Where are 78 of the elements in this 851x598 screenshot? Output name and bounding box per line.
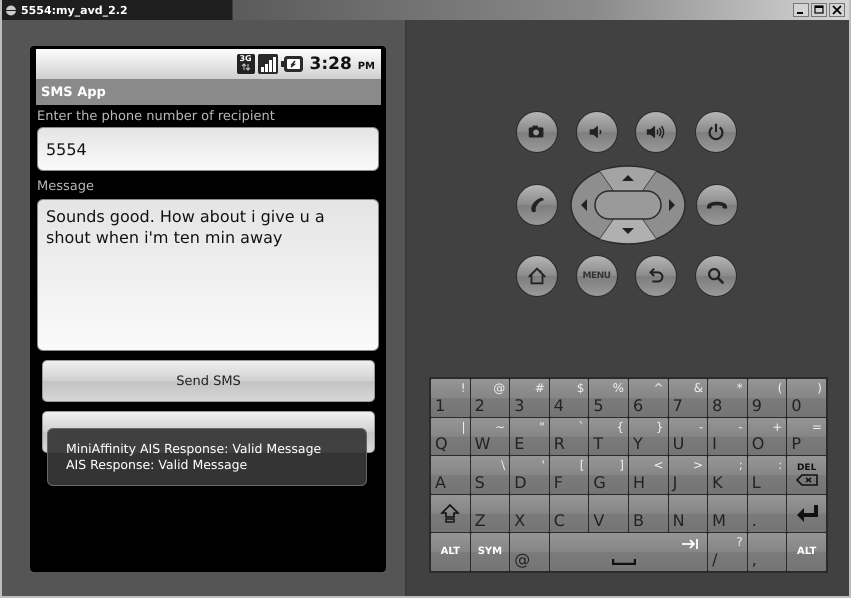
home-button[interactable] xyxy=(516,255,558,297)
toast-message: MiniAffinity AIS Response: Valid Message AIS Response: Valid Message xyxy=(47,428,367,486)
modifier-key[interactable]: ALT xyxy=(431,533,470,570)
clock: 3:28 PM xyxy=(310,54,375,74)
camera-button[interactable] xyxy=(516,111,558,153)
keyboard-key[interactable]: W ~ xyxy=(470,418,510,455)
keyboard-key[interactable]: O + xyxy=(748,418,786,455)
keyboard-key[interactable]: F [ xyxy=(550,456,588,494)
back-button[interactable] xyxy=(635,255,677,297)
field-label: Message xyxy=(36,178,95,196)
keyboard-key[interactable]: D ' xyxy=(510,456,549,494)
keyboard-key[interactable]: 7 & xyxy=(668,379,708,416)
power-button[interactable] xyxy=(694,111,736,153)
modifier-key[interactable]: SYM xyxy=(470,533,510,570)
speaker-loud-button[interactable] xyxy=(635,111,677,153)
keyboard-key[interactable]: R ` xyxy=(550,418,588,455)
keyboard-key[interactable]: K ; xyxy=(708,456,747,494)
keyboard-key[interactable]: . xyxy=(748,494,786,532)
keyboard-key[interactable]: X xyxy=(510,494,549,532)
keyboard-key[interactable]: 8 * xyxy=(708,379,747,416)
shift-key[interactable] xyxy=(431,494,470,532)
signal-icon xyxy=(258,54,278,74)
keyboard-key[interactable]: 4 $ xyxy=(550,379,588,416)
hang-up-icon xyxy=(706,200,728,210)
minimize-icon[interactable] xyxy=(793,3,809,17)
modifier-key[interactable]: ALT xyxy=(787,533,826,570)
search-button[interactable] xyxy=(694,255,736,297)
keyboard-key[interactable]: 6 ^ xyxy=(628,379,668,416)
keyboard-key[interactable]: @ xyxy=(510,533,549,570)
keyboard-key[interactable]: E " xyxy=(510,418,549,455)
space-icon xyxy=(612,558,636,564)
tab-arrow-icon xyxy=(681,539,700,549)
keyboard-key[interactable]: C xyxy=(550,494,588,532)
enter-key[interactable] xyxy=(787,494,826,532)
keyboard-key[interactable]: N xyxy=(668,494,708,532)
hang-up-button[interactable] xyxy=(696,184,738,226)
keyboard-key[interactable]: Z xyxy=(470,494,510,532)
speaker-button[interactable] xyxy=(576,111,618,153)
network-badge: 3G xyxy=(236,54,255,74)
field-label: Enter the phone number of recipient xyxy=(36,108,276,126)
shift-icon xyxy=(440,503,460,524)
keyboard-key[interactable]: P = xyxy=(787,418,826,455)
home-icon xyxy=(526,265,548,287)
send-button[interactable]: Send SMS xyxy=(42,360,375,402)
keyboard-key[interactable]: L : xyxy=(748,456,786,494)
keyboard-key[interactable]: V xyxy=(589,494,628,532)
keyboard-key[interactable]: Q | xyxy=(431,418,470,455)
battery-icon xyxy=(280,56,303,72)
keyboard-key[interactable]: 1 ! xyxy=(431,379,470,416)
keyboard-key[interactable]: 3 # xyxy=(510,379,549,416)
direction-pad[interactable] xyxy=(570,165,686,245)
window-title: 5554:my_avd_2.2 xyxy=(21,4,128,16)
keyboard-key[interactable]: S \ xyxy=(470,456,510,494)
keyboard-key[interactable]: I - xyxy=(708,418,747,455)
message-field[interactable]: Sounds good. How about i give u a shout when i'm ten min away xyxy=(37,199,379,351)
keyboard-key[interactable]: , xyxy=(748,533,786,570)
keyboard-key[interactable]: 5 % xyxy=(589,379,628,416)
backspace-icon xyxy=(796,474,818,486)
keyboard-key[interactable]: T { xyxy=(589,418,628,455)
keyboard-key[interactable]: 0 ) xyxy=(787,379,826,416)
keyboard-key[interactable]: 9 ( xyxy=(748,379,786,416)
keyboard-key[interactable]: B xyxy=(628,494,668,532)
close-icon[interactable] xyxy=(829,3,845,17)
phone-button[interactable] xyxy=(516,184,558,226)
keyboard-key[interactable]: M xyxy=(708,494,747,532)
phone-number-field[interactable]: 5554 xyxy=(37,127,379,171)
keyboard-key[interactable]: U - xyxy=(668,418,708,455)
delete-key[interactable]: DEL xyxy=(787,456,826,494)
menu-button[interactable]: MENU xyxy=(576,255,618,297)
keyboard-key[interactable]: H < xyxy=(628,456,668,494)
keyboard-key[interactable]: J > xyxy=(668,456,708,494)
keyboard-key[interactable]: G ] xyxy=(589,456,628,494)
keyboard-key[interactable]: A xyxy=(431,456,470,494)
keyboard-key[interactable]: / ? xyxy=(708,533,747,570)
keyboard-key[interactable]: Y } xyxy=(628,418,668,455)
maximize-icon[interactable] xyxy=(811,3,827,17)
app-title: SMS App xyxy=(41,84,106,100)
keyboard-key[interactable]: 2 @ xyxy=(470,379,510,416)
